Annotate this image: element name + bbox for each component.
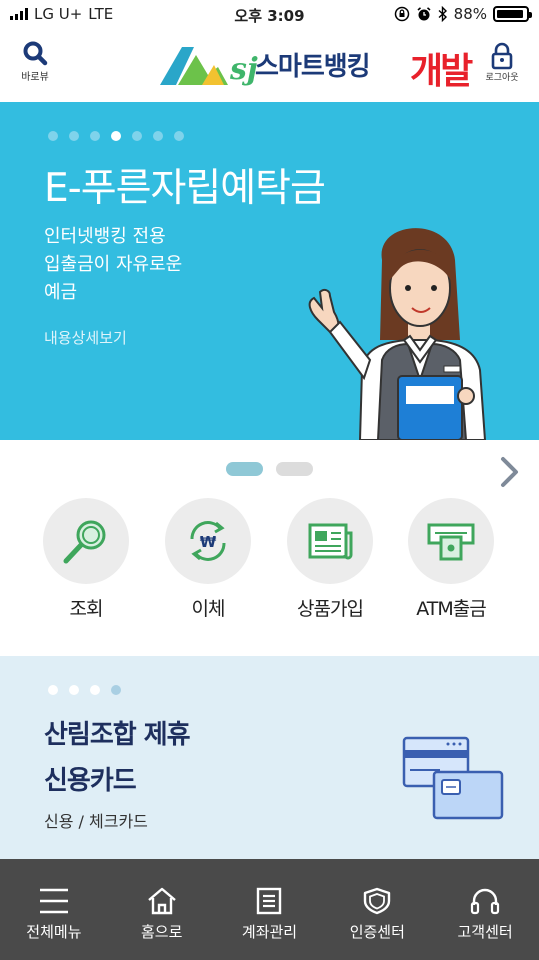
quick-menu-icon-bg — [408, 498, 494, 584]
won-transfer-icon: ₩ — [190, 521, 226, 561]
app-header: 바로뷰 sj 스마트뱅킹 개발 로그아웃 — [0, 32, 539, 102]
quick-menu-products[interactable]: 상품가입 — [287, 498, 373, 621]
quick-menu-atm[interactable]: ATM출금 — [408, 498, 494, 621]
banner-desc-line: 예금 — [44, 282, 78, 303]
battery-percent: 88% — [453, 5, 487, 23]
promo-banner[interactable]: E-푸른자립예탁금 인터넷뱅킹 전용 입출금이 자유로운 예금 내용상세보기 — [0, 102, 539, 440]
quick-menu-icon-bg — [287, 498, 373, 584]
status-right: 88% — [394, 5, 532, 23]
pagination-dot[interactable] — [111, 685, 121, 695]
nav-all-menu[interactable]: 전체메뉴 — [0, 859, 108, 960]
alarm-icon — [417, 7, 431, 21]
pagination-dot[interactable] — [90, 685, 100, 695]
promo-subtitle: 신용 / 체크카드 — [44, 812, 148, 831]
quick-menu-transfer[interactable]: ₩ 이체 — [165, 498, 251, 621]
promo-title: 산림조합 제휴 신용카드 — [44, 712, 191, 804]
lock-icon — [491, 42, 513, 70]
quick-menu-label: 이체 — [191, 598, 226, 620]
promo-pagination[interactable] — [48, 685, 121, 695]
nav-label: 홈으로 — [140, 923, 183, 941]
banner-description: 인터넷뱅킹 전용 입출금이 자유로운 예금 — [44, 223, 182, 307]
quick-view-button[interactable]: 바로뷰 — [14, 40, 56, 83]
bottom-navigation: 전체메뉴 홈으로 계좌관리 인증센터 고객센터 — [0, 859, 539, 960]
pagination-dot[interactable] — [132, 131, 142, 141]
nav-label: 고객센터 — [457, 923, 513, 941]
nav-account-management[interactable]: 계좌관리 — [216, 859, 324, 960]
rotation-lock-icon — [394, 6, 409, 22]
quick-menu-icon-bg — [43, 498, 129, 584]
hamburger-icon — [39, 888, 68, 914]
pagination-dot[interactable] — [69, 131, 79, 141]
banner-pagination[interactable] — [48, 131, 184, 141]
banner-desc-line: 입출금이 자유로운 — [44, 254, 183, 275]
quick-menu-label: ATM출금 — [416, 598, 486, 620]
chevron-right-icon[interactable] — [495, 455, 523, 489]
logout-label: 로그아웃 — [485, 73, 519, 83]
banner-detail-link[interactable]: 내용상세보기 — [44, 327, 127, 348]
svg-text:₩: ₩ — [200, 533, 217, 551]
logout-button[interactable]: 로그아웃 — [482, 42, 522, 83]
quick-menu-label: 상품가입 — [297, 598, 364, 620]
card-promo-section[interactable]: 산림조합 제휴 신용카드 신용 / 체크카드 — [0, 656, 539, 859]
pagination-dot[interactable] — [48, 685, 58, 695]
nav-label: 전체메뉴 — [26, 923, 82, 941]
bluetooth-icon — [438, 6, 447, 22]
nav-customer-center[interactable]: 고객센터 — [431, 859, 539, 960]
battery-icon — [493, 6, 532, 22]
pagination-dot[interactable] — [111, 131, 121, 141]
nav-label: 인증센터 — [349, 923, 405, 941]
nav-certificate-center[interactable]: 인증센터 — [323, 859, 431, 960]
banner-title: E-푸른자립예탁금 — [44, 166, 326, 211]
promo-title-line: 산림조합 제휴 — [44, 720, 191, 750]
promo-title-line: 신용카드 — [44, 766, 137, 796]
shield-icon — [364, 887, 391, 915]
newspaper-icon — [308, 523, 353, 560]
headset-icon — [470, 888, 500, 915]
app-name: 스마트뱅킹 — [255, 52, 371, 82]
pagination-dot[interactable] — [48, 131, 58, 141]
banner-desc-line: 인터넷뱅킹 전용 — [44, 226, 166, 247]
quick-menu-inquiry[interactable]: 조회 — [43, 498, 129, 621]
search-icon — [23, 41, 48, 66]
nav-home[interactable]: 홈으로 — [108, 859, 216, 960]
document-icon — [257, 887, 282, 915]
quick-menu-label: 조회 — [69, 598, 104, 620]
pagination-dot[interactable] — [90, 131, 100, 141]
status-bar: LG U+ LTE 오후 3:09 88% — [0, 0, 539, 32]
quick-view-label: 바로뷰 — [21, 72, 49, 83]
banker-illustration — [308, 228, 487, 440]
quick-menu-icon-bg: ₩ — [165, 498, 251, 584]
page-indicator[interactable] — [276, 462, 313, 476]
env-badge: 개발 — [410, 51, 473, 92]
svg-text:sj: sj — [229, 52, 258, 87]
credit-card-icon — [402, 736, 504, 820]
pagination-dot[interactable] — [69, 685, 79, 695]
nav-label: 계좌관리 — [241, 923, 298, 941]
atm-icon — [427, 523, 475, 561]
page-indicator-active[interactable] — [226, 462, 263, 476]
magnifier-icon — [63, 520, 106, 564]
pagination-dot[interactable] — [153, 131, 163, 141]
home-icon — [147, 887, 176, 915]
pagination-dot[interactable] — [174, 131, 184, 141]
